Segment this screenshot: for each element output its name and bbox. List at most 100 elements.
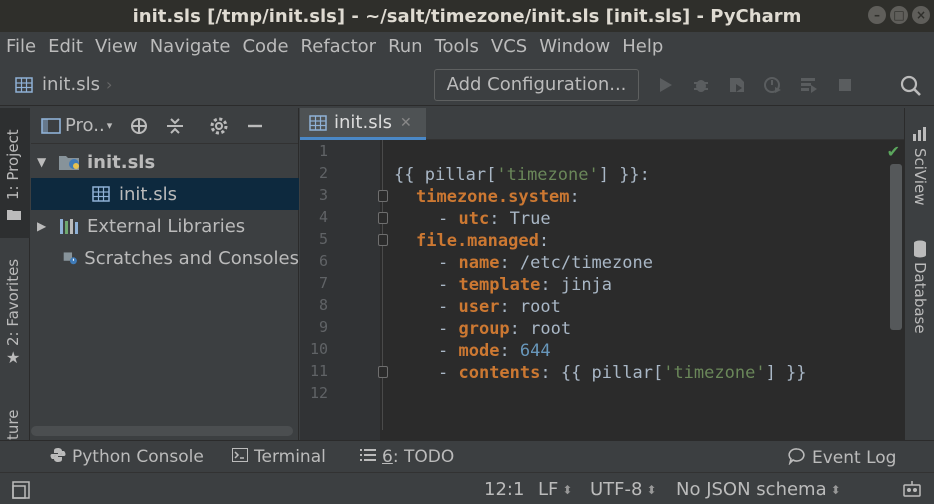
debug-icon[interactable] [688,72,714,98]
vertical-scrollbar[interactable] [890,164,902,330]
navigation-toolbar: init.sls › Add Configuration... [0,64,934,106]
tab-structure-label: ture [4,409,22,440]
star-icon: ★ [6,348,21,367]
maximize-button[interactable]: □ [890,6,908,24]
todo-button[interactable]: 6: TODO [360,447,454,467]
menu-edit[interactable]: Edit [48,36,83,57]
tab-project[interactable]: 1: Project [0,108,30,238]
code-text: : [499,341,520,361]
sls-file-icon [309,114,327,131]
add-configuration-button[interactable]: Add Configuration... [434,69,639,101]
speech-bubble-icon [788,447,806,469]
fold-marker-icon[interactable] [378,212,388,224]
menu-window[interactable]: Window [539,36,610,57]
terminal-button[interactable]: Terminal [232,447,326,467]
code-number: 644 [519,341,551,361]
concurrency-diagram-icon[interactable] [796,72,822,98]
stop-icon[interactable] [832,72,858,98]
minimize-button[interactable]: – [868,6,886,24]
code-text: : [569,187,580,207]
menu-help[interactable]: Help [622,36,663,57]
tree-item-init-sls[interactable]: init.sls [31,178,299,210]
tree-item-root[interactable]: ▼ init.sls [31,146,299,178]
menu-view[interactable]: View [95,36,138,57]
list-icon [360,448,376,466]
code-line: file.managed: [416,230,549,252]
line-number: 9 [318,318,328,336]
hide-panel-icon[interactable] [244,115,266,137]
line-number: 6 [318,252,328,270]
collapse-all-icon[interactable] [164,115,186,137]
horizontal-scrollbar[interactable] [31,426,293,436]
code-text: {{ pillar[ [394,165,497,185]
tab-database[interactable]: Database [905,234,934,354]
encoding-selector[interactable]: UTF-8 ⬍ [590,479,657,500]
sciview-icon [912,126,928,146]
line-number: 1 [318,142,328,160]
close-tab-icon[interactable]: ✕ [400,115,412,131]
python-folder-icon [59,156,79,170]
chevron-down-icon[interactable]: ▾ [107,119,113,132]
todo-label: : TODO [392,447,455,467]
menu-run[interactable]: Run [388,36,423,57]
tab-project-label: 1: Project [4,129,22,200]
code-key: file.managed [416,231,539,251]
profile-icon[interactable] [760,72,786,98]
chevron-right-icon: › [105,75,113,94]
project-panel-header: Pro.. ▾ [31,108,298,144]
terminal-label: Terminal [254,447,326,467]
python-icon [50,447,66,467]
status-bar: 12:1 LF ⬍ UTF-8 ⬍ No JSON schema ⬍ [0,472,934,504]
tree-item-external-libraries[interactable]: ▶ External Libraries [31,210,299,242]
run-toolbar [652,72,858,98]
menu-tools[interactable]: Tools [435,36,479,57]
run-icon[interactable] [652,72,678,98]
run-with-coverage-icon[interactable] [724,72,750,98]
expanded-arrow-icon[interactable]: ▼ [37,155,51,169]
fold-marker-icon[interactable] [378,190,388,202]
tab-favorites-label: 2: Favorites [4,258,22,346]
tab-init-sls[interactable]: init.sls ✕ [300,108,426,140]
project-view-icon [41,117,61,134]
toggle-tool-windows-icon[interactable] [12,481,30,499]
menu-navigate[interactable]: Navigate [150,36,231,57]
inspector-icon[interactable] [902,480,922,500]
code-text: - [438,209,459,229]
fold-marker-icon[interactable] [378,234,388,246]
tab-sciview[interactable]: SciView [905,120,934,220]
menu-refactor[interactable]: Refactor [301,36,377,57]
breadcrumb[interactable]: init.sls › [14,74,112,95]
code-text: : root [509,319,572,339]
project-view-selector[interactable]: Pro.. [65,115,105,136]
collapsed-arrow-icon[interactable]: ▶ [37,219,51,233]
menu-file[interactable]: File [6,36,36,57]
code-key: template [458,275,541,295]
search-icon[interactable] [898,73,924,99]
menu-code[interactable]: Code [242,36,288,57]
python-console-button[interactable]: Python Console [50,447,204,467]
code-text: : True [489,209,551,229]
editor-panel: init.sls ✕ 1 2 3 4 5 6 7 8 9 10 11 12 {{… [300,108,904,440]
tree-item-scratches[interactable]: Scratches and Consoles [31,242,299,274]
tab-favorites[interactable]: 2: Favorites ★ [0,248,30,378]
code-key: mode [458,341,500,361]
line-number: 12 [309,384,328,402]
event-log-button[interactable]: Event Log [788,447,896,469]
database-icon [912,240,928,262]
code-key: timezone.system [416,187,570,207]
code-text: - [438,253,459,273]
line-separator-selector[interactable]: LF ⬍ [538,479,572,500]
locate-file-icon[interactable] [128,115,150,137]
tab-structure[interactable]: ture [0,398,30,440]
code-line: - template: jinja [438,274,612,296]
menu-vcs[interactable]: VCS [491,36,527,57]
line-number: 4 [318,208,328,226]
sls-file-icon [15,76,33,93]
fold-marker-icon[interactable] [378,366,388,378]
gear-icon[interactable] [208,115,230,137]
close-button[interactable]: × [912,6,930,24]
code-key: contents [458,363,541,383]
scratches-icon [63,252,77,265]
caret-position[interactable]: 12:1 [484,479,524,500]
json-schema-selector[interactable]: No JSON schema ⬍ [676,479,841,500]
